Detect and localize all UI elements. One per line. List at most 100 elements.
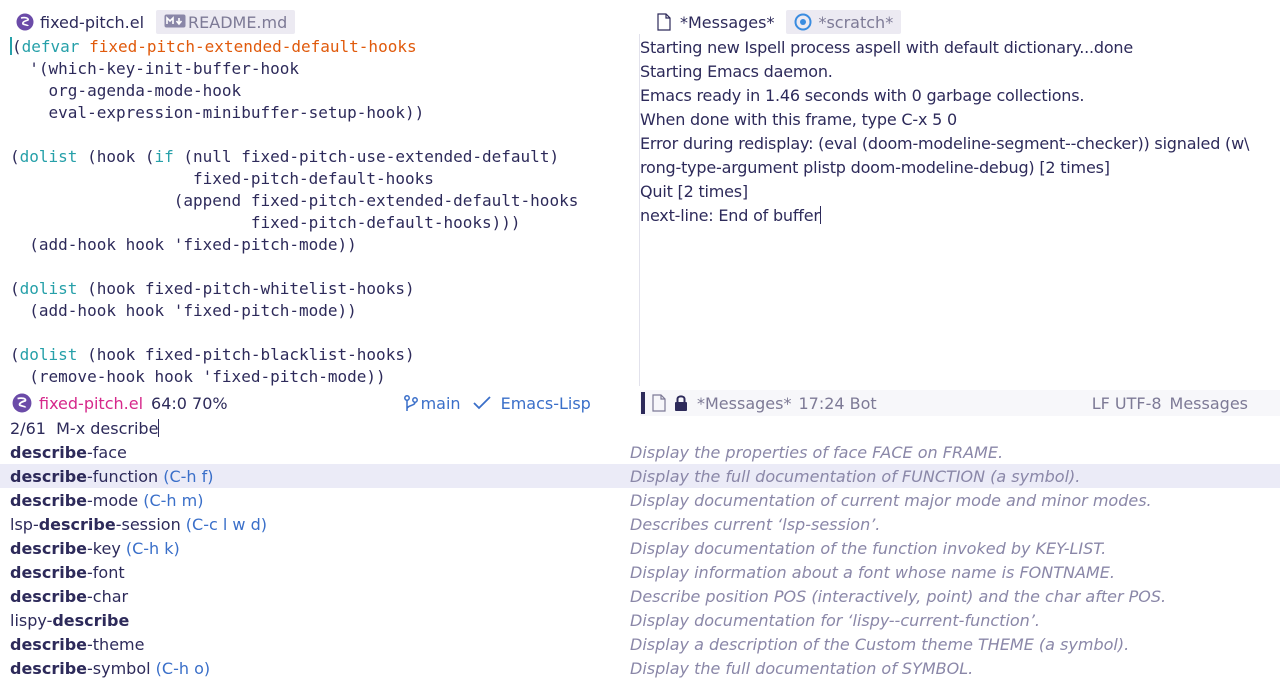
code-line: (remove-hook hook 'fixed-pitch-mode)) [10,367,386,386]
completion-candidate[interactable]: describe-mode (C-h m) Display documentati… [0,488,1280,512]
modeline-buffer-name[interactable]: fixed-pitch.el [39,394,143,413]
completion-candidate[interactable]: lsp-describe-session (C-c l w d) Describe… [0,512,1280,536]
candidate-name: describe-key (C-h k) [0,539,630,558]
code-line: (hook ( [77,147,155,166]
text-cursor [819,206,821,224]
tab-label: fixed-pitch.el [40,12,145,32]
candidate-name: describe-mode (C-h m) [0,491,630,510]
modeline-major-mode[interactable]: Emacs-Lisp [501,394,591,413]
text-cursor [158,419,160,437]
code-line: fixed-pitch-default-hooks [10,169,434,188]
variable-name: fixed-pitch-extended-default-hooks [89,37,417,56]
message-line: Emacs ready in 1.46 seconds with 0 garba… [640,86,1085,105]
completion-candidate[interactable]: describe-theme Display a description of t… [0,632,1280,656]
completion-candidate[interactable]: describe-char Describe position POS (inte… [0,584,1280,608]
completion-candidate[interactable]: describe-face Display the properties of f… [0,440,1280,464]
left-window[interactable]: fixed-pitch.el README.md (defvar fixed-p… [0,8,639,386]
candidate-suffix: -session [115,514,181,534]
completion-candidate[interactable]: describe-key (C-h k) Display documentatio… [0,536,1280,560]
candidate-count: 2/61 [10,419,46,438]
code-line: (add-hook hook 'fixed-pitch-mode)) [10,301,357,320]
tab-label: *Messages* [680,12,775,32]
right-window[interactable]: *Messages* *scratch* Starting new Ispell… [640,8,1280,386]
keyword: defvar [21,37,80,56]
git-branch-icon [403,394,419,413]
candidate-match: describe [10,562,87,582]
keyword: dolist [19,147,78,166]
code-line: org-agenda-mode-hook [10,81,242,100]
candidate-name: describe-face [0,443,630,462]
candidate-match: describe [10,442,87,462]
markdown-icon [164,13,186,31]
candidate-docstring: Display documentation of the function in… [630,538,1107,558]
candidate-docstring: Display the full documentation of SYMBOL… [630,658,974,678]
candidate-docstring: Display a description of the Custom them… [630,634,1130,654]
tab-readme-md[interactable]: README.md [156,10,296,34]
right-tabbar: *Messages* *scratch* [640,8,1280,34]
tab-scratch[interactable]: *scratch* [786,10,902,34]
candidate-suffix: -symbol [87,658,151,678]
modeline-major-mode[interactable]: Messages [1170,394,1248,413]
candidate-match: describe [10,586,87,606]
code-line: fixed-pitch-default-hooks))) [10,213,521,232]
candidate-suffix: -theme [87,634,145,654]
tab-label: README.md [188,12,288,32]
candidate-docstring: Describe position POS (interactively, po… [630,586,1167,606]
minibuffer-input[interactable]: describe [90,419,158,438]
code-editor[interactable]: (defvar fixed-pitch-extended-default-hoo… [0,34,639,386]
code-line: (hook fixed-pitch-whitelist-hooks) [77,279,415,298]
message-line: rong-type-argument plistp doom-modeline-… [640,158,1110,177]
emacs-icon [12,393,32,413]
modeline-buffer-name[interactable]: *Messages* [697,394,791,413]
candidate-name: describe-font [0,563,630,582]
candidate-suffix: -key [87,538,121,558]
code-line: eval-expression-minibuffer-setup-hook)) [10,103,425,122]
code-line: (add-hook hook 'fixed-pitch-mode)) [10,235,357,254]
candidate-match: describe [52,610,130,630]
completion-candidate[interactable]: lispy-describe Display documentation for … [0,608,1280,632]
candidate-name: describe-function (C-h f) [0,467,630,486]
modeline-right: *Messages* 17:24 Bot LF UTF-8 Messages [640,390,1280,416]
candidate-name: describe-theme [0,635,630,654]
emacs-icon [16,13,34,31]
completion-candidate[interactable]: describe-symbol (C-h o) Display the full … [0,656,1280,680]
text-cursor [10,37,13,55]
messages-buffer[interactable]: Starting new Ispell process aspell with … [640,34,1280,228]
candidate-docstring: Display information about a font whose n… [630,562,1115,582]
minibuffer-prompt[interactable]: 2/61 M-x describe [0,418,1280,440]
message-line: Starting new Ispell process aspell with … [640,38,1134,57]
message-text: next-line: End of buffer [640,206,820,225]
candidate-prefix: lsp- [10,514,39,534]
modeline-branch[interactable]: main [421,394,461,413]
tab-label: *scratch* [818,12,894,32]
keyword: dolist [19,279,78,298]
modeline-left: fixed-pitch.el 64:0 70% main Emacs-Lisp [0,390,639,416]
candidate-suffix: -mode [87,490,139,510]
tab-fixed-pitch-el[interactable]: fixed-pitch.el [8,10,152,34]
tab-messages[interactable]: *Messages* [648,10,782,34]
minibuffer: 2/61 M-x describe describe-face Display t… [0,418,1280,680]
modeline-encoding[interactable]: LF UTF-8 [1092,394,1162,413]
code-line: (hook fixed-pitch-blacklist-hooks) [77,345,415,364]
code-line: '(which-key-init-buffer-hook [10,59,299,78]
modeline-position: 17:24 Bot [798,393,877,413]
candidate-keybinding: (C-h f) [158,466,214,486]
completion-candidate[interactable]: describe-font Display information about a… [0,560,1280,584]
candidate-keybinding: (C-h k) [120,538,180,558]
candidate-name: lispy-describe [0,611,630,630]
check-icon [472,394,491,413]
candidate-docstring: Display documentation for ‘lispy--curren… [630,610,1040,630]
candidate-suffix: -char [87,586,129,606]
keyword: dolist [19,345,78,364]
candidate-match: describe [10,634,87,654]
code-line: (append fixed-pitch-extended-default-hoo… [10,191,579,210]
candidate-keybinding: (C-c l w d) [180,514,267,534]
completion-candidate[interactable]: describe-function (C-h f) Display the ful… [0,464,1280,488]
candidate-match: describe [38,514,116,534]
candidate-keybinding: (C-h o) [150,658,211,678]
candidate-name: describe-symbol (C-h o) [0,659,630,678]
message-line: When done with this frame, type C-x 5 0 [640,110,957,129]
candidate-suffix: -face [87,442,127,462]
message-line: Quit [2 times] [640,182,748,201]
message-line: Error during redisplay: (eval (doom-mode… [640,134,1250,153]
